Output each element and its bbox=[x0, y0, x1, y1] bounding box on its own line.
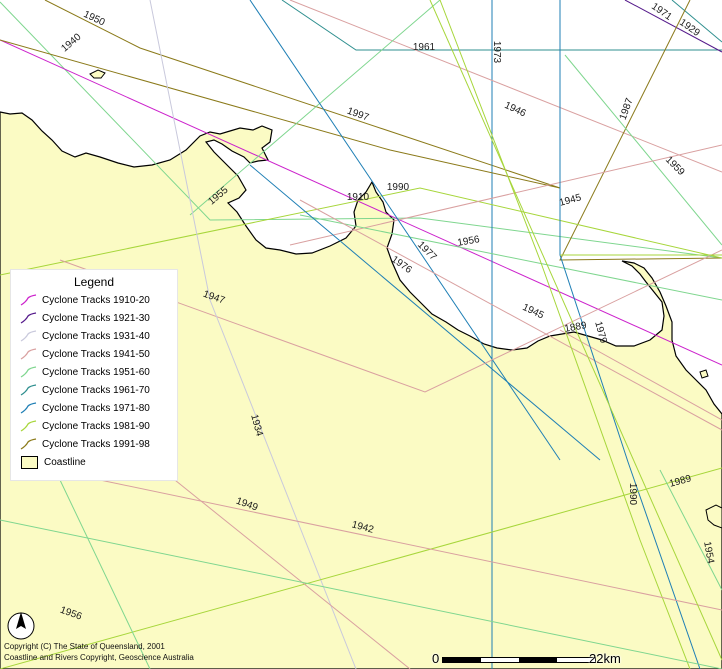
track-swatch-icon bbox=[20, 420, 37, 432]
track-label-1961: 1961 bbox=[413, 42, 436, 53]
legend-item: Cyclone Tracks 1991-98 bbox=[11, 435, 177, 453]
track-swatch-icon bbox=[20, 366, 37, 378]
legend-label: Cyclone Tracks 1921-30 bbox=[42, 312, 150, 324]
legend-label: Cyclone Tracks 1951-60 bbox=[42, 366, 150, 378]
legend-item: Cyclone Tracks 1951-60 bbox=[11, 363, 177, 381]
track-swatch-icon bbox=[20, 312, 37, 324]
legend-item: Cyclone Tracks 1910-20 bbox=[11, 291, 177, 309]
legend-item: Cyclone Tracks 1921-30 bbox=[11, 309, 177, 327]
scale-start-label: 0 bbox=[432, 651, 440, 666]
legend-item: Cyclone Tracks 1971-80 bbox=[11, 399, 177, 417]
legend-label: Cyclone Tracks 1910-20 bbox=[42, 294, 150, 306]
track-swatch-icon bbox=[20, 330, 37, 342]
track-swatch-icon bbox=[20, 384, 37, 396]
legend-label: Cyclone Tracks 1991-98 bbox=[42, 438, 150, 450]
track-swatch-icon bbox=[20, 348, 37, 360]
legend-label: Cyclone Tracks 1941-50 bbox=[42, 348, 150, 360]
track-label-1910: 1910 bbox=[347, 192, 370, 203]
legend-label: Cyclone Tracks 1931-40 bbox=[42, 330, 150, 342]
track-label-1973: 1973 bbox=[491, 41, 502, 64]
legend-label: Cyclone Tracks 1971-80 bbox=[42, 402, 150, 414]
north-arrow-icon bbox=[4, 609, 38, 641]
legend-title: Legend bbox=[73, 275, 115, 289]
legend-item: Cyclone Tracks 1941-50 bbox=[11, 345, 177, 363]
copyright-line-2: Coastline and Rivers Copyright, Geoscien… bbox=[4, 653, 194, 662]
island bbox=[699, 369, 709, 379]
track-label-1990: 1990 bbox=[387, 182, 410, 193]
legend-label: Cyclone Tracks 1961-70 bbox=[42, 384, 150, 396]
scale-end-label: 22km bbox=[589, 651, 621, 666]
legend-item: Cyclone Tracks 1981-90 bbox=[11, 417, 177, 435]
copyright-line-1: Copyright (C) The State of Queensland, 2… bbox=[4, 642, 165, 651]
track-swatch-icon bbox=[20, 402, 37, 414]
legend-item: Cyclone Tracks 1961-70 bbox=[11, 381, 177, 399]
cyclone-map[interactable]: 1950 1940 1971 1929 1961 1973 1997 1946 1987 1959… bbox=[0, 0, 722, 669]
copyright-notice: Copyright (C) The State of Queensland, 2… bbox=[4, 641, 194, 663]
coastline-swatch bbox=[21, 455, 38, 469]
legend-label-coastline: Coastline bbox=[44, 456, 86, 468]
track-swatch-icon bbox=[20, 294, 37, 306]
track-label-1990: 1990 bbox=[627, 483, 638, 506]
track-swatch-icon bbox=[20, 438, 37, 450]
scale-bar: 0 22km bbox=[432, 651, 628, 666]
legend: Legend Cyclone Tracks 1910-20 Cyclone Tra… bbox=[10, 269, 178, 481]
legend-item-coastline: Coastline bbox=[11, 453, 177, 471]
legend-item: Cyclone Tracks 1931-40 bbox=[11, 327, 177, 345]
legend-label: Cyclone Tracks 1981-90 bbox=[42, 420, 150, 432]
